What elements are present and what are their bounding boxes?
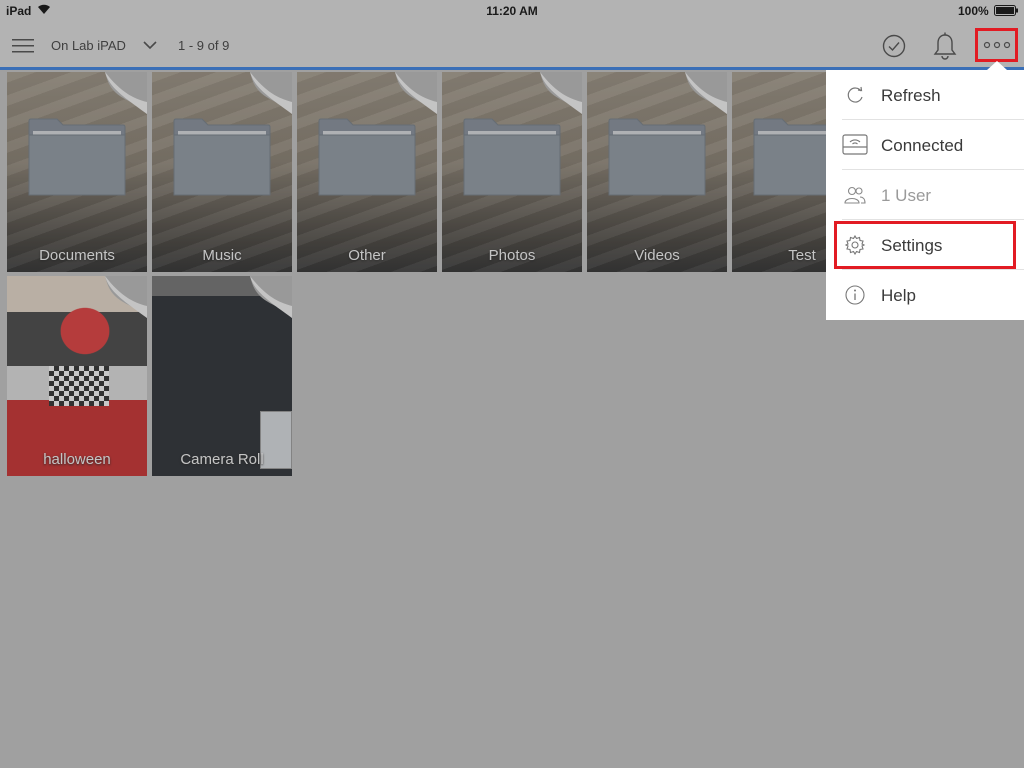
page-curl-icon: [105, 276, 147, 318]
options-menu: Refresh Connected 1 User Settings Help: [826, 70, 1024, 320]
bell-icon[interactable]: [932, 32, 958, 60]
popover-arrow: [987, 61, 1007, 70]
menu-item-refresh[interactable]: Refresh: [826, 70, 1024, 120]
battery-percent: 100%: [958, 4, 989, 18]
page-curl-icon: [105, 72, 147, 114]
drive-wifi-icon: [842, 134, 868, 155]
folder-label: Other: [348, 247, 386, 264]
folder-icon: [28, 118, 126, 196]
page-curl-icon: [540, 72, 582, 114]
folder-label: Photos: [488, 247, 536, 264]
ellipsis-icon: [983, 41, 1011, 49]
toolbar: On Lab iPAD 1 - 9 of 9: [0, 22, 1024, 70]
folder-label: Documents: [39, 247, 115, 264]
location-selector[interactable]: On Lab iPAD: [51, 38, 126, 53]
item-count: 1 - 9 of 9: [178, 38, 230, 53]
battery-icon: [994, 5, 1018, 16]
refresh-icon: [847, 86, 863, 103]
menu-item-label: Help: [881, 286, 916, 305]
hamburger-menu-icon[interactable]: [12, 39, 34, 53]
folder-tile-documents[interactable]: Documents: [7, 72, 147, 272]
menu-item-label: 1 User: [881, 186, 932, 205]
page-curl-icon: [685, 72, 727, 114]
folder-label: Videos: [634, 247, 680, 264]
users-icon: [844, 186, 866, 204]
folder-icon: [608, 118, 706, 196]
page-curl-icon: [250, 72, 292, 114]
folder-tile-music[interactable]: Music: [152, 72, 292, 272]
chevron-down-icon[interactable]: [143, 40, 157, 50]
menu-item-label: Refresh: [881, 86, 941, 105]
menu-item-help[interactable]: Help: [826, 270, 1024, 320]
settings-highlight-box: [834, 221, 1016, 269]
page-curl-icon: [395, 72, 437, 114]
folder-tile-photos[interactable]: Photos: [442, 72, 582, 272]
folder-tile-other[interactable]: Other: [297, 72, 437, 272]
select-check-icon[interactable]: [882, 34, 906, 58]
folder-icon: [318, 118, 416, 196]
status-bar: iPad 11:20 AM 100%: [0, 0, 1024, 22]
album-tile-camera-roll[interactable]: Camera Roll: [152, 276, 292, 476]
menu-item-users[interactable]: 1 User: [826, 170, 1024, 220]
folder-icon: [173, 118, 271, 196]
album-tile-halloween[interactable]: halloween: [7, 276, 147, 476]
page-curl-icon: [250, 276, 292, 318]
more-options-button[interactable]: [975, 28, 1018, 62]
folder-label: Music: [202, 247, 242, 264]
photo-thumbnail: [49, 366, 109, 406]
menu-item-label: Connected: [881, 136, 964, 155]
info-icon: [845, 285, 865, 305]
clock: 11:20 AM: [486, 4, 538, 18]
menu-item-connected[interactable]: Connected: [826, 120, 1024, 170]
album-label: halloween: [43, 451, 111, 468]
folder-icon: [463, 118, 561, 196]
folder-tile-videos[interactable]: Videos: [587, 72, 727, 272]
album-label: Camera Roll: [180, 451, 264, 468]
